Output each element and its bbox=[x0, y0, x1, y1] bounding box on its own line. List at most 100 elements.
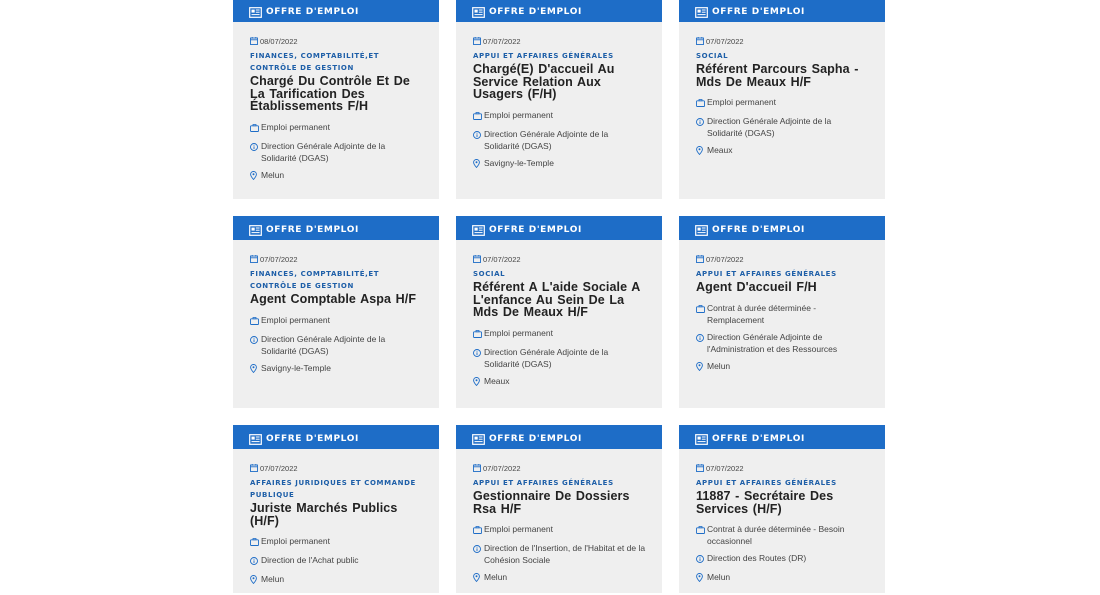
job-offer-card[interactable]: OFFRE D'EMPLOI 07/07/2022 APPUI ET AFFAI… bbox=[456, 0, 662, 199]
offer-date: 08/07/2022 bbox=[250, 36, 423, 47]
calendar-icon bbox=[250, 254, 260, 265]
offer-contract-text: Emploi permanent bbox=[261, 314, 330, 325]
offer-contract-text: Emploi permanent bbox=[261, 536, 330, 546]
offer-direction-text: Direction Générale Adjointe de la Solida… bbox=[707, 116, 832, 138]
offer-date: 07/07/2022 bbox=[696, 254, 869, 265]
offer-location: Melun bbox=[696, 360, 869, 374]
offer-category: AFFAIRES JURIDIQUES ET COMMANDE PUBLIQUE bbox=[250, 476, 416, 500]
offer-title[interactable]: Chargé(E) D'accueil Au Service Relation … bbox=[473, 63, 646, 101]
job-offer-card[interactable]: OFFRE D'EMPLOI 07/07/2022 AFFAIRES JURID… bbox=[233, 425, 439, 593]
calendar-icon bbox=[250, 36, 260, 47]
offer-date-text: 07/07/2022 bbox=[706, 37, 744, 46]
offer-title[interactable]: Gestionnaire De Dossiers Rsa H/F bbox=[473, 490, 646, 515]
job-offer-card[interactable]: OFFRE D'EMPLOI 07/07/2022 APPUI ET AFFAI… bbox=[456, 425, 662, 593]
info-icon bbox=[250, 142, 259, 154]
offer-location: Savigny-le-Temple bbox=[473, 157, 646, 171]
job-offer-card[interactable]: OFFRE D'EMPLOI 07/07/2022 APPUI ET AFFAI… bbox=[679, 216, 885, 408]
briefcase-icon bbox=[473, 329, 482, 341]
map-pin-icon bbox=[250, 575, 259, 587]
offer-direction-text: Direction Générale Adjointe de la Solida… bbox=[484, 128, 609, 151]
calendar-icon bbox=[250, 463, 260, 474]
job-offer-card[interactable]: OFFRE D'EMPLOI 08/07/2022 FINANCES, COMP… bbox=[233, 0, 439, 199]
job-offer-card[interactable]: OFFRE D'EMPLOI 07/07/2022 SOCIAL Référen… bbox=[456, 216, 662, 408]
briefcase-icon bbox=[696, 525, 705, 537]
info-icon bbox=[250, 556, 259, 568]
offer-date-text: 07/07/2022 bbox=[706, 255, 744, 264]
offer-direction: Direction Générale Adjointe de la Solida… bbox=[250, 140, 423, 164]
map-pin-icon bbox=[250, 170, 259, 183]
offer-location-text: Savigny-le-Temple bbox=[484, 157, 554, 168]
card-header-label: OFFRE D'EMPLOI bbox=[489, 220, 582, 236]
offer-direction-text: Direction de l'Achat public bbox=[261, 555, 359, 565]
offer-location-text: Melun bbox=[707, 360, 731, 371]
offer-title[interactable]: Agent Comptable Aspa H/F bbox=[250, 293, 423, 306]
map-pin-icon bbox=[250, 363, 259, 376]
card-header: OFFRE D'EMPLOI bbox=[679, 0, 885, 22]
newspaper-icon bbox=[695, 223, 708, 236]
offer-location: Melun bbox=[250, 169, 423, 183]
offer-contract: Emploi permanent bbox=[250, 314, 423, 328]
offer-location: Savigny-le-Temple bbox=[250, 362, 423, 376]
briefcase-icon bbox=[250, 123, 259, 135]
offer-direction: Direction Générale Adjointe de la Solida… bbox=[696, 115, 869, 139]
card-header: OFFRE D'EMPLOI bbox=[233, 425, 439, 449]
card-header: OFFRE D'EMPLOI bbox=[679, 425, 885, 449]
map-pin-icon bbox=[696, 361, 705, 374]
offer-direction-text: Direction de l'Insertion, de l'Habitat e… bbox=[484, 543, 646, 565]
job-offer-card[interactable]: OFFRE D'EMPLOI 07/07/2022 SOCIAL Référen… bbox=[679, 0, 885, 199]
offer-date: 07/07/2022 bbox=[696, 463, 869, 474]
offer-location-text: Melun bbox=[484, 572, 508, 582]
briefcase-icon bbox=[250, 316, 259, 328]
offer-title[interactable]: Référent Parcours Sapha - Mds De Meaux H… bbox=[696, 63, 869, 88]
offer-date: 07/07/2022 bbox=[473, 463, 646, 474]
offer-direction: Direction Générale Adjointe de la Solida… bbox=[250, 333, 423, 357]
briefcase-icon bbox=[473, 111, 482, 123]
newspaper-icon bbox=[472, 223, 485, 236]
offer-date: 07/07/2022 bbox=[473, 254, 646, 265]
briefcase-icon bbox=[696, 98, 705, 110]
info-icon bbox=[473, 130, 482, 142]
info-icon bbox=[696, 117, 705, 129]
info-icon bbox=[250, 335, 259, 347]
job-offer-card[interactable]: OFFRE D'EMPLOI 07/07/2022 FINANCES, COMP… bbox=[233, 216, 439, 408]
map-pin-icon bbox=[473, 376, 482, 389]
offer-category: SOCIAL bbox=[696, 49, 729, 61]
offer-title[interactable]: 11887 - Secrétaire Des Services (H/F) bbox=[696, 490, 869, 515]
offer-contract: Contrat à durée déterminée - Remplacemen… bbox=[696, 302, 869, 326]
offer-direction: Direction de l'Achat public bbox=[250, 554, 423, 568]
offer-location-text: Melun bbox=[261, 169, 285, 180]
card-header: OFFRE D'EMPLOI bbox=[456, 216, 662, 240]
offer-title[interactable]: Référent A L'aide Sociale A L'enfance Au… bbox=[473, 281, 646, 319]
offer-date: 07/07/2022 bbox=[696, 36, 869, 47]
offer-date-text: 07/07/2022 bbox=[260, 464, 298, 473]
card-header-label: OFFRE D'EMPLOI bbox=[712, 220, 805, 236]
offer-date-text: 07/07/2022 bbox=[706, 464, 744, 473]
offer-direction: Direction Générale Adjointe de la Solida… bbox=[473, 346, 646, 370]
offer-title[interactable]: Chargé Du Contrôle Et De La Tarification… bbox=[250, 75, 423, 113]
info-icon bbox=[473, 544, 482, 556]
offer-title[interactable]: Agent D'accueil F/H bbox=[696, 281, 869, 294]
offer-date-text: 07/07/2022 bbox=[483, 37, 521, 46]
offer-direction: Direction Générale Adjointe de la Solida… bbox=[473, 128, 646, 152]
offer-direction: Direction de l'Insertion, de l'Habitat e… bbox=[473, 542, 646, 566]
briefcase-icon bbox=[696, 304, 705, 316]
newspaper-icon bbox=[249, 223, 262, 236]
offer-contract: Emploi permanent bbox=[696, 96, 869, 110]
offer-category: APPUI ET AFFAIRES GÉNÉRALES bbox=[473, 49, 614, 61]
job-offer-card[interactable]: OFFRE D'EMPLOI 07/07/2022 APPUI ET AFFAI… bbox=[679, 425, 885, 593]
newspaper-icon bbox=[249, 432, 262, 445]
offer-location: Meaux bbox=[696, 144, 869, 158]
offer-date: 07/07/2022 bbox=[250, 463, 423, 474]
card-header-label: OFFRE D'EMPLOI bbox=[489, 429, 582, 445]
offer-contract-text: Contrat à durée déterminée - Besoin occa… bbox=[707, 524, 845, 546]
offer-contract-text: Emploi permanent bbox=[707, 97, 776, 107]
briefcase-icon bbox=[473, 525, 482, 537]
offer-location: Melun bbox=[250, 573, 423, 587]
offer-date-text: 08/07/2022 bbox=[260, 37, 298, 46]
map-pin-icon bbox=[696, 573, 705, 585]
offer-title[interactable]: Juriste Marchés Publics (H/F) bbox=[250, 502, 423, 527]
newspaper-icon bbox=[695, 432, 708, 445]
calendar-icon bbox=[473, 463, 483, 474]
offer-category: FINANCES, COMPTABILITÉ,ET CONTRÔLE DE GE… bbox=[250, 267, 380, 291]
offer-contract: Emploi permanent bbox=[250, 121, 423, 135]
